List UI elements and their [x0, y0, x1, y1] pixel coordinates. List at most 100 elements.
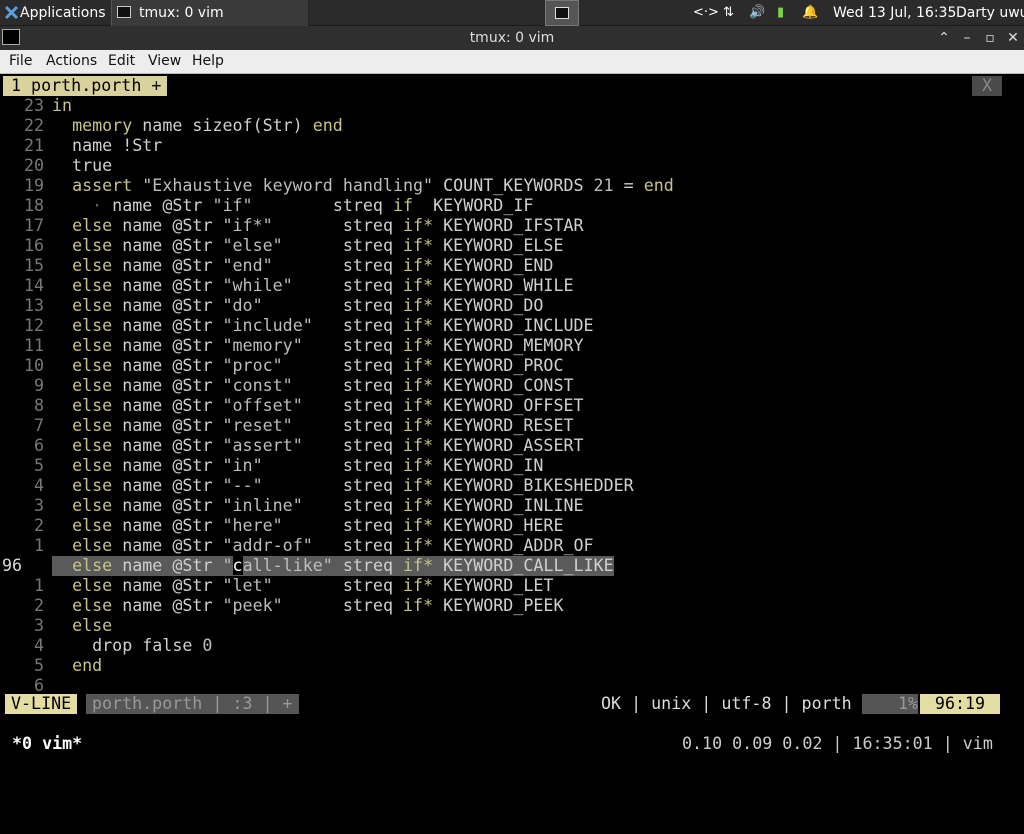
code-text: assert "Exhaustive keyword handling" COU…: [72, 176, 674, 195]
line-number: 18: [23, 196, 44, 215]
code-text: else: [72, 616, 113, 635]
tmux-window[interactable]: *0 vim*: [12, 734, 82, 754]
line-number: 21: [23, 136, 44, 155]
code-line[interactable]: 15 else name @Str "end" streq if* KEYWOR…: [0, 256, 1024, 276]
line-number: 10: [23, 356, 44, 375]
code-line[interactable]: 4 else name @Str "--" streq if* KEYWORD_…: [0, 476, 1024, 496]
user-menu[interactable]: Darty uwu: [956, 0, 1024, 26]
code-line[interactable]: 5 else name @Str "in" streq if* KEYWORD_…: [0, 456, 1024, 476]
code-line[interactable]: 19 assert "Exhaustive keyword handling" …: [0, 176, 1024, 196]
menu-help[interactable]: Help: [192, 50, 224, 73]
menu-actions[interactable]: Actions: [46, 50, 97, 73]
code-text: else name @Str "proc" streq if* KEYWORD_…: [72, 356, 564, 375]
taskbar-item-label: tmux: 0 vim: [139, 5, 224, 21]
code-line[interactable]: 7 else name @Str "reset" streq if* KEYWO…: [0, 416, 1024, 436]
code-line[interactable]: 6 else name @Str "assert" streq if* KEYW…: [0, 436, 1024, 456]
code-line[interactable]: 1 else name @Str "addr-of" streq if* KEY…: [0, 536, 1024, 556]
code-line[interactable]: 8 else name @Str "offset" streq if* KEYW…: [0, 396, 1024, 416]
menubar: File Actions Edit View Help: [0, 50, 1024, 74]
code-line[interactable]: 5 end: [0, 656, 1024, 676]
code-line[interactable]: 3 else: [0, 616, 1024, 636]
line-number: 3: [33, 616, 44, 635]
code-line[interactable]: 10 else name @Str "proc" streq if* KEYWO…: [0, 356, 1024, 376]
code-line[interactable]: 17 else name @Str "if*" streq if* KEYWOR…: [0, 216, 1024, 236]
minimize-button[interactable]: –: [956, 26, 978, 50]
code-line[interactable]: 22 memory name sizeof(Str) end: [0, 116, 1024, 136]
code-text: else name @Str "call-like" streq if* KEY…: [52, 556, 614, 576]
clock[interactable]: Wed 13 Jul, 16:35: [833, 0, 956, 26]
code-text: else name @Str "end" streq if* KEYWORD_E…: [72, 256, 554, 275]
applications-menu-button[interactable]: Applications: [0, 0, 110, 26]
volume-icon[interactable]: 🔊: [749, 0, 769, 26]
line-number: 23: [23, 96, 44, 115]
terminal-area[interactable]: 1 porth.porth + X 23 in 22 memory name siz…: [0, 74, 1024, 768]
code-text: name !Str: [52, 136, 163, 155]
code-line[interactable]: 20 true: [0, 156, 1024, 176]
line-number: 16: [23, 236, 44, 255]
taskbar-item-tmux[interactable]: tmux: 0 vim: [111, 0, 309, 26]
tmux-statusbar: *0 vim* 0.10 0.09 0.02 | 16:35:01 | vim: [0, 734, 1024, 754]
code-text: else name @Str "peek" streq if* KEYWORD_…: [72, 596, 564, 615]
line-number: 6: [33, 436, 44, 455]
code-line[interactable]: 16 else name @Str "else" streq if* KEYWO…: [0, 236, 1024, 256]
line-number: 96: [2, 556, 23, 575]
line-number: 20: [23, 156, 44, 175]
battery-icon[interactable]: ▮: [777, 0, 793, 26]
code-line[interactable]: 6: [0, 676, 1024, 696]
code-text: else name @Str "do" streq if* KEYWORD_DO: [72, 296, 544, 315]
code-line[interactable]: 2 else name @Str "peek" streq if* KEYWOR…: [0, 596, 1024, 616]
top-panel: Applications tmux: 0 vim <·> ⇅ 🔊 ▮ 🔔 Wed…: [0, 0, 1024, 26]
maximize-button[interactable]: ▫: [979, 26, 1001, 50]
line-number: 11: [23, 336, 44, 355]
code-text: else name @Str "addr-of" streq if* KEYWO…: [72, 536, 594, 555]
code-line[interactable]: 23 in: [0, 96, 1024, 116]
code-line[interactable]: 9 else name @Str "const" streq if* KEYWO…: [0, 376, 1024, 396]
workspace-switcher-button[interactable]: [545, 0, 579, 26]
line-number: 3: [33, 496, 44, 515]
line-number: 2: [33, 596, 44, 615]
code-text: else name @Str "while" streq if* KEYWORD…: [72, 276, 574, 295]
code-text: else name @Str "--" streq if* KEYWORD_BI…: [72, 476, 634, 495]
line-number: 17: [23, 216, 44, 235]
code-line[interactable]: 3 else name @Str "inline" streq if* KEYW…: [0, 496, 1024, 516]
code-text: else name @Str "include" streq if* KEYWO…: [72, 316, 594, 335]
code-line[interactable]: 13 else name @Str "do" streq if* KEYWORD…: [0, 296, 1024, 316]
line-number: 13: [23, 296, 44, 315]
code-line[interactable]: 21 name !Str: [0, 136, 1024, 156]
code-text: true: [52, 156, 113, 175]
code-text: memory name sizeof(Str) end: [72, 116, 343, 135]
mode-indicator: V-LINE: [5, 694, 78, 714]
network-icon[interactable]: <·>: [693, 0, 719, 26]
tab-porth[interactable]: 1 porth.porth +: [3, 76, 168, 96]
code-line[interactable]: 96 else name @Str "call-like" streq if* …: [0, 556, 1024, 576]
code-line[interactable]: 2 else name @Str "here" streq if* KEYWOR…: [0, 516, 1024, 536]
tmux-status-right: 0.10 0.09 0.02 | 16:35:01 | vim: [682, 734, 993, 753]
menu-file[interactable]: File: [9, 50, 32, 73]
menu-view[interactable]: View: [148, 50, 181, 73]
code-line[interactable]: 14 else name @Str "while" streq if* KEYW…: [0, 276, 1024, 296]
shade-button[interactable]: ⌃: [933, 26, 955, 50]
code-line[interactable]: 4 drop false 0: [0, 636, 1024, 656]
transfer-icon[interactable]: ⇅: [723, 0, 743, 26]
code-text: else name @Str "else" streq if* KEYWORD_…: [72, 236, 564, 255]
code-line[interactable]: 18 · name @Str "if" streq if KEYWORD_IF: [0, 196, 1024, 216]
code-line[interactable]: 1 else name @Str "let" streq if* KEYWORD…: [0, 576, 1024, 596]
code-text: else name @Str "memory" streq if* KEYWOR…: [72, 336, 584, 355]
window-titlebar[interactable]: tmux: 0 vim ⌃ – ▫ ✕: [0, 26, 1024, 50]
notification-bell-icon[interactable]: 🔔: [802, 0, 820, 26]
line-number: 1: [33, 536, 44, 555]
line-number: 5: [33, 456, 44, 475]
code-line[interactable]: 12 else name @Str "include" streq if* KE…: [0, 316, 1024, 336]
line-number: 2: [33, 516, 44, 535]
applications-label: Applications: [20, 5, 106, 21]
vim-tabline: 1 porth.porth + X: [0, 76, 1022, 96]
menu-edit[interactable]: Edit: [108, 50, 135, 73]
vim-statusline: V-LINE porth.porth | :3 | + OK | unix | …: [0, 694, 1024, 714]
line-number: 19: [23, 176, 44, 195]
xfce-logo-icon: [4, 5, 19, 20]
code-text: else name @Str "assert" streq if* KEYWOR…: [72, 436, 584, 455]
close-button[interactable]: ✕: [1002, 26, 1024, 50]
tab-close-button[interactable]: X: [972, 76, 1002, 96]
code-line[interactable]: 11 else name @Str "memory" streq if* KEY…: [0, 336, 1024, 356]
line-number: 4: [33, 636, 44, 655]
